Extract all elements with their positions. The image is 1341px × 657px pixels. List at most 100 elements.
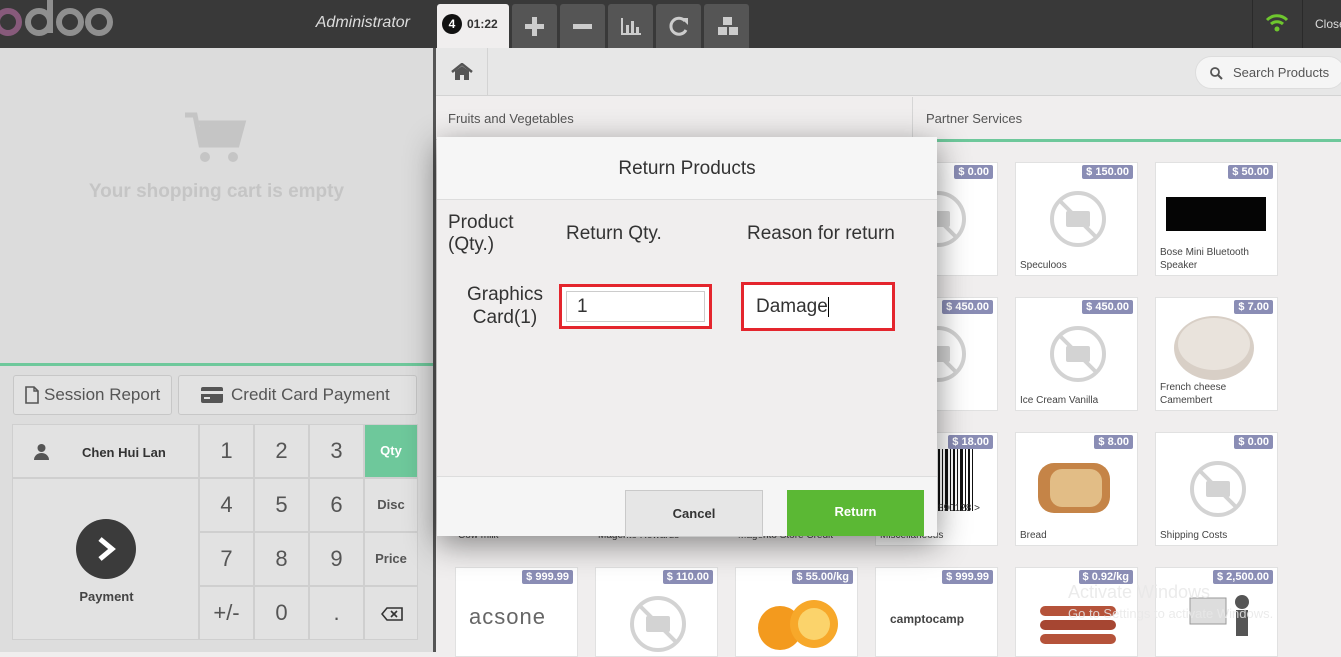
close-button[interactable]: Close [1302, 0, 1341, 48]
no-image-icon [630, 596, 686, 652]
numpad-key-5[interactable]: 5 [254, 478, 309, 532]
cheese-image [1174, 316, 1254, 380]
mode-qty-button[interactable]: Qty [364, 424, 418, 478]
refresh-icon [669, 16, 688, 36]
user-icon [34, 444, 49, 460]
payment-button[interactable]: Payment [12, 478, 199, 640]
speaker-image [1166, 197, 1266, 231]
order-number-badge: 4 [442, 14, 462, 34]
reason-input[interactable]: Damage [741, 282, 895, 331]
numpad-key-plusminus[interactable]: +/- [199, 586, 254, 640]
product-price: $ 18.00 [948, 435, 993, 449]
dialog-body: Product (Qty.) Return Qty. Reason for re… [437, 200, 937, 476]
empty-cart-text: Your shopping cart is empty [88, 181, 345, 202]
product-name: Shipping Costs [1160, 530, 1228, 541]
numpad-key-1[interactable]: 1 [199, 424, 254, 478]
category-fruits-vegetables[interactable]: Fruits and Vegetables [436, 97, 913, 140]
product-price: $ 450.00 [1082, 300, 1133, 314]
product-price: $ 55.00/kg [792, 570, 853, 584]
reason-text: Damage [756, 296, 828, 317]
product-price: $ 999.99 [522, 570, 573, 584]
return-button[interactable]: Return [787, 490, 924, 536]
bread-image [1038, 463, 1110, 513]
numpad-key-8[interactable]: 8 [254, 532, 309, 586]
credit-card-payment-button[interactable]: Credit Card Payment [178, 375, 417, 415]
return-products-dialog: Return Products Product (Qty.) Return Qt… [437, 137, 937, 537]
order-tab[interactable]: 4 01:22 [437, 4, 509, 48]
barcode-text: 890128 > [938, 503, 980, 514]
product-name: Speculoos [1020, 260, 1067, 271]
dialog-footer: Cancel Return [437, 476, 937, 537]
home-breadcrumb[interactable] [436, 48, 488, 96]
activate-windows-subtitle: Go to Settings to activate Windows. [1068, 606, 1274, 621]
dialog-title: Return Products [437, 137, 937, 200]
search-icon [1210, 67, 1223, 80]
header-reason: Reason for return [747, 223, 895, 244]
numpad-key-6[interactable]: 6 [309, 478, 364, 532]
refresh-button[interactable] [656, 4, 701, 48]
product-card[interactable]: $ 7.00 French cheese Camembert [1155, 297, 1278, 411]
text-cursor [827, 296, 829, 317]
product-name: Bread [1020, 530, 1047, 541]
numpad-key-3[interactable]: 3 [309, 424, 364, 478]
username: Administrator [315, 14, 410, 31]
wifi-icon [1265, 14, 1289, 32]
product-card[interactable]: $ 8.00 Bread [1015, 432, 1138, 546]
mode-price-button[interactable]: Price [364, 532, 418, 586]
numpad-key-dot[interactable]: . [309, 586, 364, 640]
product-price: $ 50.00 [1228, 165, 1273, 179]
numpad-key-7[interactable]: 7 [199, 532, 254, 586]
return-qty-input[interactable]: 1 [559, 284, 712, 329]
product-price: $ 0.00 [1234, 435, 1273, 449]
barcode-image [938, 449, 973, 511]
no-image-icon [1050, 326, 1106, 382]
backspace-icon [381, 607, 403, 621]
order-divider [0, 363, 433, 366]
credit-card-icon [201, 387, 223, 403]
odoo-logo [0, 0, 113, 36]
return-row-product: Graphics Card(1) [466, 284, 544, 328]
shopping-cart-icon [185, 112, 247, 162]
no-image-icon [1050, 191, 1106, 247]
product-price: $ 999.99 [942, 570, 993, 584]
category-divider [914, 139, 1341, 142]
delete-order-button[interactable] [560, 4, 605, 48]
home-icon [451, 63, 473, 80]
orange-image [758, 600, 838, 650]
product-card[interactable]: $ 999.99 acsone [455, 567, 578, 657]
product-price: $ 110.00 [662, 570, 713, 584]
credit-card-label: Credit Card Payment [231, 385, 390, 404]
product-card[interactable]: $ 110.00 [595, 567, 718, 657]
activate-windows-title: Activate Windows [1068, 582, 1211, 602]
acsone-logo: acsone [469, 604, 546, 629]
search-products-input[interactable]: Search Products [1195, 56, 1341, 89]
header-return-qty: Return Qty. [566, 223, 662, 244]
minus-icon [573, 24, 592, 29]
order-lines: Your shopping cart is empty [0, 48, 433, 364]
product-card[interactable]: $ 55.00/kg [735, 567, 858, 657]
numpad-key-4[interactable]: 4 [199, 478, 254, 532]
backspace-button[interactable] [364, 586, 418, 640]
return-qty-value: 1 [566, 291, 705, 322]
mode-disc-button[interactable]: Disc [364, 478, 418, 532]
numpad-key-0[interactable]: 0 [254, 586, 309, 640]
cancel-button[interactable]: Cancel [625, 490, 763, 537]
numpad-key-2[interactable]: 2 [254, 424, 309, 478]
product-price: $ 8.00 [1094, 435, 1133, 449]
camptocamp-logo: camptocamp [890, 612, 965, 626]
product-card[interactable]: $ 999.99 camptocamp [875, 567, 998, 657]
connection-status[interactable] [1252, 0, 1300, 48]
numpad-key-9[interactable]: 9 [309, 532, 364, 586]
product-card[interactable]: $ 0.00 Shipping Costs [1155, 432, 1278, 546]
product-card[interactable]: $ 150.00 Speculoos [1015, 162, 1138, 276]
set-customer-button[interactable]: Chen Hui Lan [12, 424, 199, 478]
product-card[interactable]: $ 50.00 Bose Mini Bluetooth Speaker [1155, 162, 1278, 276]
new-order-button[interactable] [512, 4, 557, 48]
product-name: French cheese Camembert [1160, 382, 1227, 406]
header-product: Product (Qty.) [448, 212, 514, 255]
session-report-button[interactable]: Session Report [13, 375, 172, 415]
sales-details-button[interactable] [608, 4, 653, 48]
products-button[interactable] [704, 4, 749, 48]
category-partner-services[interactable]: Partner Services [914, 97, 1341, 140]
product-card[interactable]: $ 450.00 Ice Cream Vanilla [1015, 297, 1138, 411]
